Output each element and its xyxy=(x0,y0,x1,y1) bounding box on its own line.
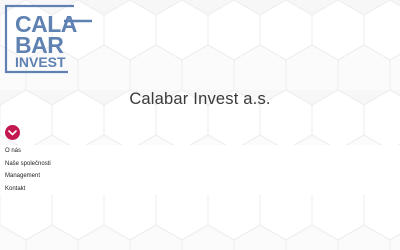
menu-item-kontakt[interactable]: Kontakt xyxy=(0,183,400,196)
page: CALA BAR INVEST Calabar Invest a.s. O ná… xyxy=(0,0,400,250)
page-title: Calabar Invest a.s. xyxy=(129,90,271,108)
menu-toggle-button[interactable] xyxy=(5,125,20,140)
chevron-down-icon xyxy=(8,129,17,135)
menu-item-o-nas[interactable]: O nás xyxy=(0,145,400,158)
menu-item-management[interactable]: Management xyxy=(0,170,400,183)
logo-text-line-3: INVEST xyxy=(15,54,66,70)
calabar-logo[interactable]: CALA BAR INVEST xyxy=(2,2,94,76)
main-menu: O nás Naše společnosti Management Kontak… xyxy=(0,145,400,195)
menu-item-nase-spolecnosti[interactable]: Naše společnosti xyxy=(0,158,400,171)
